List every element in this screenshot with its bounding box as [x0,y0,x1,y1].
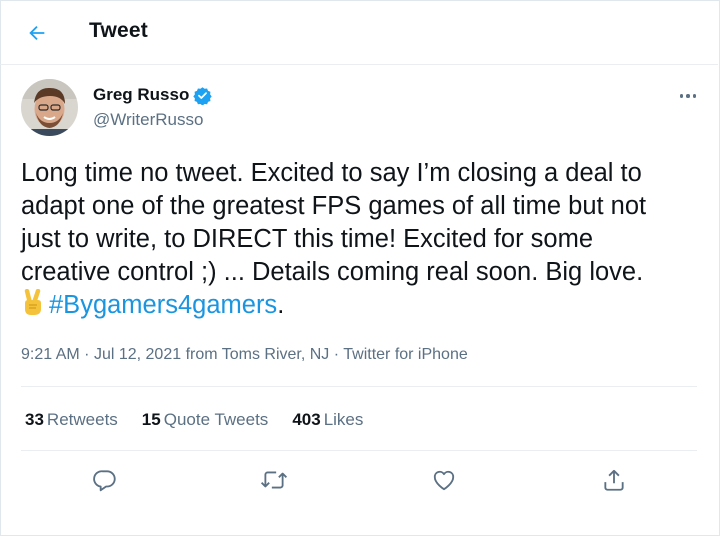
avatar-photo [21,79,78,136]
back-arrow-icon [29,25,45,41]
victory-hand-icon [21,288,45,326]
tweet-meta: 9:21 AM · Jul 12, 2021 from Toms River, … [21,346,468,364]
retweets-count: 33 [25,410,44,429]
hashtag-link[interactable]: #Bygamers4gamers [49,291,277,319]
share-button[interactable] [596,462,632,498]
tweet-actions [0,462,718,498]
page-header: Tweet [0,0,718,65]
tweet-stats: 33 Retweets 15 Quote Tweets 403 Likes [25,410,363,430]
divider [21,450,697,451]
quote-tweets-stat[interactable]: 15 Quote Tweets [142,410,269,430]
retweet-button[interactable] [256,462,292,498]
meta-separator: · [333,346,340,363]
tweet-text: Long time no tweet. Excited to say I’m c… [21,157,701,326]
retweets-label: Retweets [46,410,118,429]
avatar[interactable] [21,79,78,136]
more-dot [679,94,684,98]
like-icon [433,470,455,491]
likes-count: 403 [292,410,321,429]
retweet-icon [260,471,288,489]
tweet-source[interactable]: Twitter for iPhone [343,346,468,363]
more-dot [686,94,690,98]
author-name[interactable]: Greg Russo [93,85,189,105]
more-dot [692,94,697,98]
page-title: Tweet [89,19,148,42]
tweet-body: Long time no tweet. Excited to say I’m c… [21,159,647,286]
quote-tweets-label: Quote Tweets [163,410,269,429]
author-name-row[interactable]: Greg Russo [93,85,213,105]
reply-button[interactable] [87,462,123,498]
more-options-button[interactable] [674,86,702,106]
share-icon [604,469,624,491]
likes-stat[interactable]: 403 Likes [292,410,363,430]
verified-badge-icon [193,86,213,105]
tweet-time[interactable]: 9:21 AM [21,346,80,363]
author-handle[interactable]: @WriterRusso [93,110,203,130]
likes-label: Likes [323,410,364,429]
back-button[interactable] [22,18,52,48]
retweets-stat[interactable]: 33 Retweets [25,410,118,430]
quote-tweets-count: 15 [141,410,161,429]
meta-separator: · [84,346,90,363]
reply-icon [93,470,116,492]
divider [21,386,697,387]
like-button[interactable] [426,462,462,498]
tweet-location[interactable]: from Toms River, NJ [186,346,330,363]
tweet-text-end: . [277,291,285,319]
tweet-date[interactable]: Jul 12, 2021 [94,346,181,363]
